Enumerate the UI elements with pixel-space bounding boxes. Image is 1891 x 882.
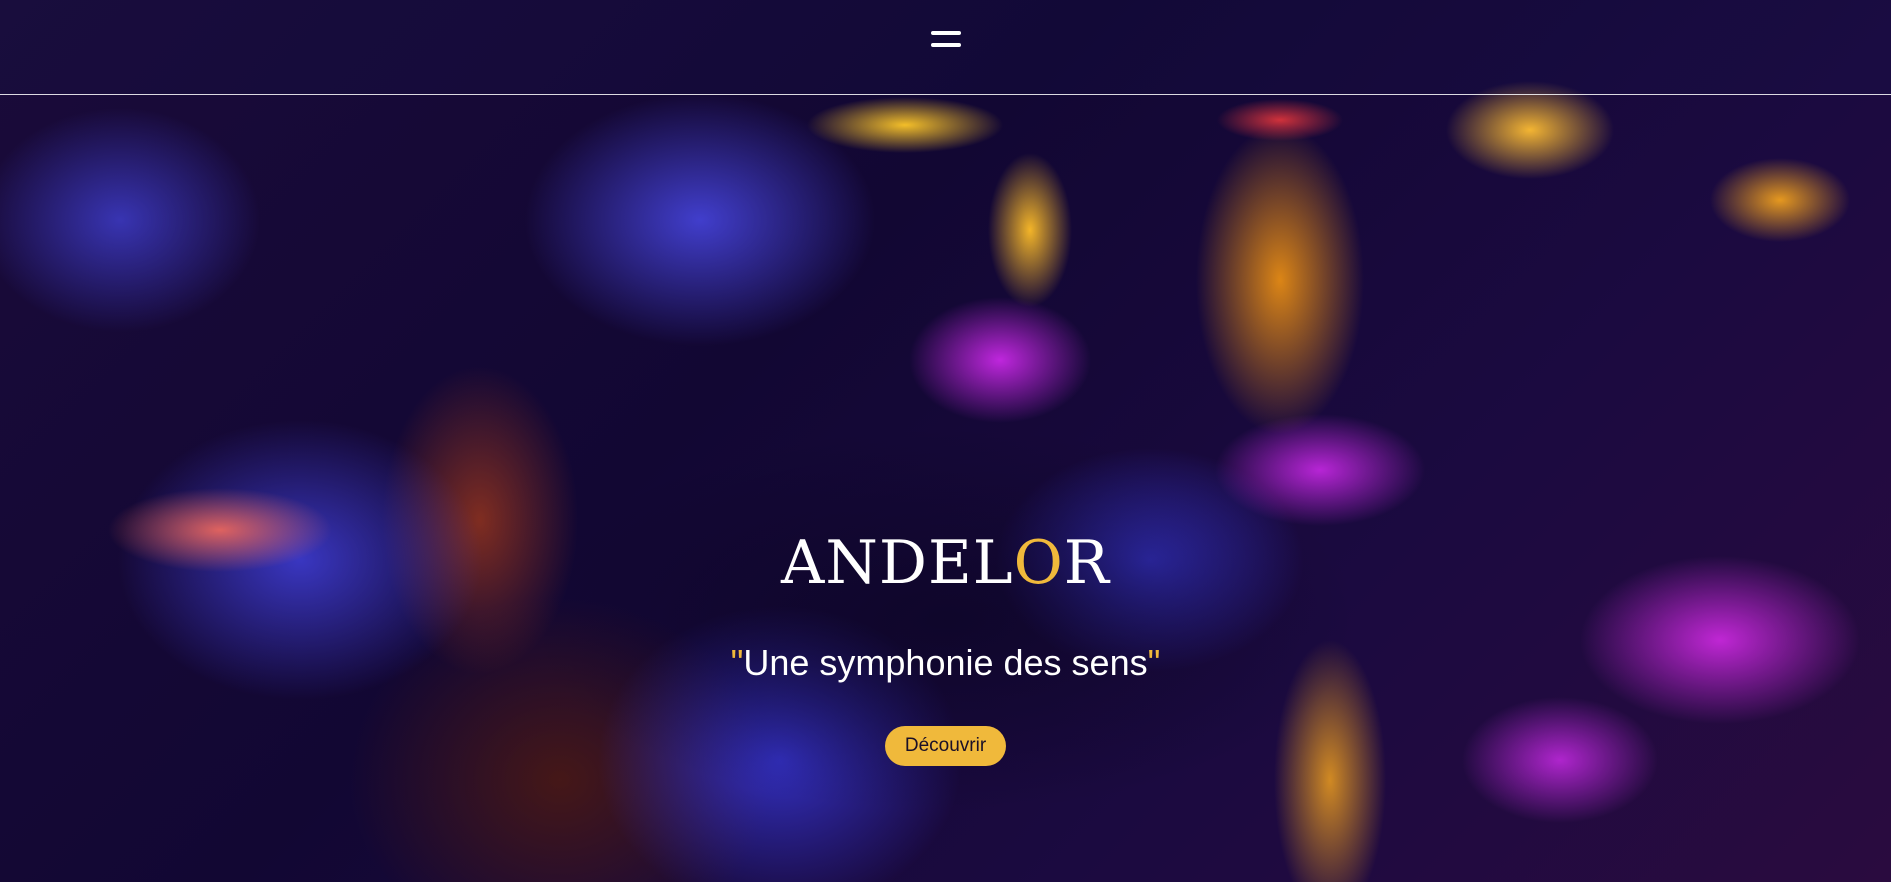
site-header [0, 0, 1891, 95]
tagline-close-quote: " [1147, 642, 1161, 683]
discover-button[interactable]: Découvrir [884, 726, 1007, 766]
hamburger-menu-icon[interactable] [929, 28, 963, 56]
tagline-open-quote: " [730, 642, 744, 683]
menu-bar-top [931, 31, 961, 35]
tagline-text: Une symphonie des sens [743, 642, 1148, 683]
menu-bar-bottom [931, 43, 961, 47]
brand-text-main: ANDEL [781, 528, 1014, 598]
brand-text-accent: O [1013, 528, 1064, 598]
page: ANDELOR "Une symphonie des sens" Découvr… [0, 0, 1891, 882]
hero-section: ANDELOR "Une symphonie des sens" Découvr… [0, 520, 1891, 766]
brand-logo: ANDELOR [0, 520, 1891, 606]
brand-text-tail: R [1063, 528, 1110, 598]
tagline: "Une symphonie des sens" [0, 640, 1891, 686]
